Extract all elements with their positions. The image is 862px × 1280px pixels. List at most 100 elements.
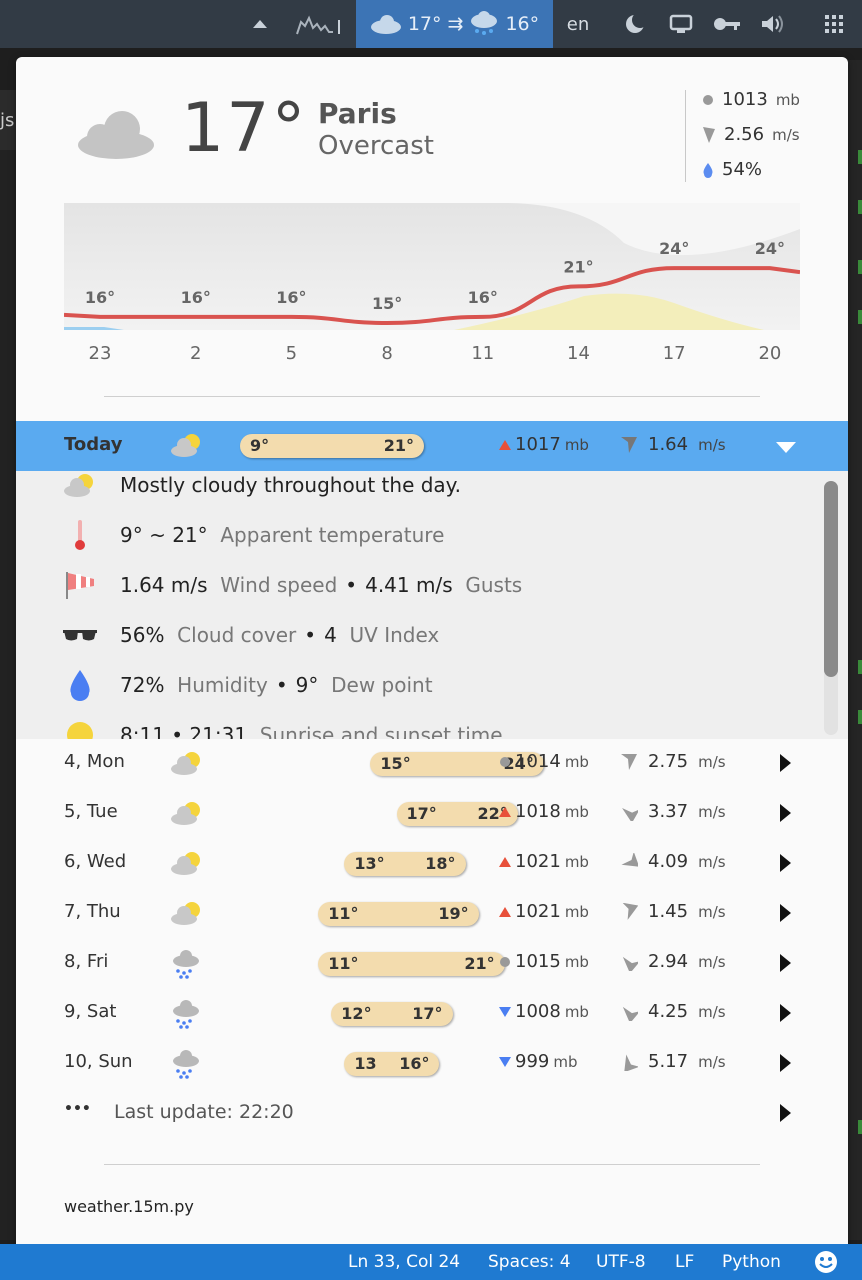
file-encoding[interactable]: UTF-8 <box>596 1252 646 1272</box>
expand-arrow-icon[interactable] <box>778 803 792 823</box>
today-temp-range-bar: 9° 21° <box>240 434 424 458</box>
night-mode-icon[interactable] <box>620 0 650 48</box>
uv-label: UV Index <box>349 623 440 647</box>
forecast-low: 15° <box>380 754 411 773</box>
plugin-filename[interactable]: weather.15m.py <box>64 1197 194 1216</box>
pressure-unit: mb <box>775 90 800 109</box>
last-update-row[interactable]: ••• Last update: 22:20 <box>16 1089 848 1139</box>
forecast-row[interactable]: 9, Sat 12° 17° 1008 mb 4.25 m/s <box>16 989 848 1039</box>
forecast-low: 13° <box>354 854 385 873</box>
today-row[interactable]: Today 9° 21° 1017 mb 1.64 m/s <box>16 421 848 471</box>
expand-arrow-icon[interactable] <box>778 903 792 923</box>
forecast-arrow: ⇉ <box>447 13 464 35</box>
line-ending[interactable]: LF <box>675 1252 694 1272</box>
wind-direction-icon <box>622 807 638 821</box>
cursor-position[interactable]: Ln 33, Col 24 <box>348 1252 460 1272</box>
forecast-pressure: 1015 mb <box>499 951 589 972</box>
forecast-wind: 2.75 m/s <box>620 751 726 772</box>
forecast-day: 5, Tue <box>64 801 118 822</box>
pressure-steady-icon <box>500 756 510 767</box>
partly-cloudy-icon <box>64 474 93 497</box>
temp-point-label: 16° <box>276 288 306 307</box>
water-drop-icon <box>703 162 713 178</box>
detail-wind: 1.64 m/s Wind speed • 4.41 m/s Gusts <box>16 565 816 605</box>
today-high: 21° <box>383 436 414 455</box>
pressure-up-icon <box>499 806 511 817</box>
hour-tick-label: 23 <box>89 343 112 364</box>
wind-direction-icon <box>621 852 638 867</box>
weather-indicator[interactable]: 17° ⇉ 16° <box>356 0 553 48</box>
status-bar: Ln 33, Col 24 Spaces: 4 UTF-8 LF Python <box>0 1244 862 1280</box>
forecast-wind: 2.94 m/s <box>620 951 726 972</box>
scrollbar-thumb[interactable] <box>824 481 838 677</box>
sun-times-value: 8:11 • 21:31 <box>120 723 248 739</box>
gust-value: 4.41 m/s <box>365 573 453 597</box>
language-mode[interactable]: Python <box>722 1252 781 1272</box>
display-icon[interactable] <box>666 0 696 48</box>
tray-expand-icon[interactable] <box>246 0 274 48</box>
expand-arrow-icon[interactable] <box>778 1103 792 1123</box>
expand-arrow-icon[interactable] <box>778 1053 792 1073</box>
expand-arrow-icon[interactable] <box>778 853 792 873</box>
wind-unit: m/s <box>698 802 726 821</box>
forecast-high: 18° <box>425 854 456 873</box>
forecast-low: 17° <box>406 804 437 823</box>
bullet: • <box>275 673 288 697</box>
forecast-wind: 4.09 m/s <box>620 851 726 872</box>
indentation-setting[interactable]: Spaces: 4 <box>488 1252 571 1272</box>
forecast-pressure-value: 1014 <box>515 751 561 772</box>
expand-arrow-icon[interactable] <box>778 753 792 773</box>
pressure-value: 1013 <box>722 89 768 110</box>
forecast-row[interactable]: 7, Thu 11° 19° 1021 mb 1.45 m/s <box>16 889 848 939</box>
temp-point-label: 16° <box>181 288 211 307</box>
wind-unit: m/s <box>698 902 726 921</box>
key-icon[interactable] <box>712 0 742 48</box>
volume-icon[interactable] <box>758 0 788 48</box>
bullet: • <box>304 623 317 647</box>
forecast-row[interactable]: 5, Tue 17° 22° 1018 mb 3.37 m/s <box>16 789 848 839</box>
forecast-row[interactable]: 4, Mon 15° 24° 1014 mb 2.75 m/s <box>16 739 848 789</box>
last-update-text: Last update: 22:20 <box>114 1101 294 1123</box>
wind-value: 2.56 <box>724 124 765 145</box>
system-monitor-icon[interactable] <box>294 0 344 48</box>
current-temperature: 17° <box>181 89 308 168</box>
keyboard-language[interactable]: en <box>560 0 596 48</box>
collapse-caret-icon[interactable] <box>776 442 796 454</box>
wind-speed-value: 1.64 m/s <box>120 573 208 597</box>
temp-point-label: 21° <box>563 257 593 276</box>
pressure-unit: mb <box>564 902 589 921</box>
wind-unit: m/s <box>698 952 726 971</box>
app-grid-icon[interactable] <box>820 0 848 48</box>
git-marker <box>858 710 862 724</box>
forecast-pressure-value: 1021 <box>515 901 561 922</box>
current-condition: Overcast <box>318 131 434 161</box>
forecast-pressure: 1021 mb <box>499 851 589 872</box>
expand-arrow-icon[interactable] <box>778 953 792 973</box>
forecast-high: 21° <box>464 954 495 973</box>
git-marker <box>858 200 862 214</box>
apparent-value: 9° ~ 21° <box>120 523 208 547</box>
forecast-row[interactable]: 8, Fri 11° 21° 1015 mb 2.94 m/s <box>16 939 848 989</box>
pressure-unit: mb <box>564 1002 589 1021</box>
overcast-cloud-icon <box>78 111 154 159</box>
apparent-label: Apparent temperature <box>220 523 445 547</box>
pressure-up-icon <box>499 856 511 867</box>
forecast-pressure-value: 1008 <box>515 1001 561 1022</box>
forecast-row[interactable]: 6, Wed 13° 18° 1021 mb 4.09 m/s <box>16 839 848 889</box>
editor-tab-fragment: js <box>0 90 16 150</box>
detail-cloud-uv: 56% Cloud cover • 4 UV Index <box>16 615 816 655</box>
pressure-down-icon <box>499 1056 511 1067</box>
current-temp-indicator: 17° <box>407 13 442 35</box>
sun-times-label: Sunrise and sunset time <box>259 723 503 739</box>
feedback-smiley-icon[interactable] <box>814 1250 838 1274</box>
git-marker <box>858 310 862 324</box>
dew-point-label: Dew point <box>331 673 433 697</box>
forecast-pressure-value: 1018 <box>515 801 561 822</box>
temp-point-label: 16° <box>468 288 498 307</box>
today-details-panel[interactable]: Mostly cloudy throughout the day. 9° ~ 2… <box>16 471 848 739</box>
expand-arrow-icon[interactable] <box>778 1003 792 1023</box>
hour-tick-label: 2 <box>190 343 201 364</box>
forecast-wind-value: 4.09 <box>648 851 689 872</box>
forecast-day: 10, Sun <box>64 1051 133 1072</box>
forecast-row[interactable]: 10, Sun 13 16° 999 mb 5.17 m/s <box>16 1039 848 1089</box>
